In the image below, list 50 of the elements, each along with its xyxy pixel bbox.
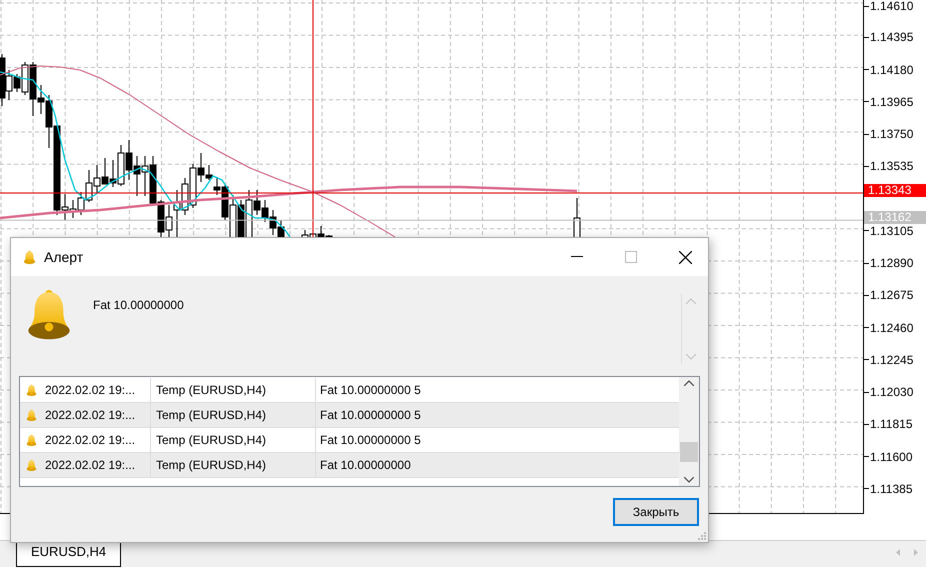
close-dialog-button[interactable]: Закрыть — [613, 498, 699, 526]
alert-message: Fat 10.00000000 — [92, 297, 185, 314]
close-icon — [678, 250, 692, 264]
table-cell: Fat 10.00000000 5 — [320, 433, 421, 447]
price-label: 1.14180 — [870, 64, 914, 76]
chevron-up-icon[interactable] — [684, 380, 694, 386]
scrollbar[interactable] — [679, 377, 699, 486]
chart-tab[interactable]: EURUSD,H4 — [16, 541, 122, 567]
table-cell: Fat 10.00000000 — [320, 458, 411, 472]
scroll-left-icon[interactable] — [896, 549, 900, 556]
price-label: 1.11385 — [870, 482, 912, 495]
table-cell: Fat 10.00000000 5 — [320, 408, 421, 422]
scroll-right-icon[interactable] — [914, 549, 918, 556]
price-label: 1.13105 — [870, 224, 914, 237]
table-cell: Fat 10.00000000 5 — [320, 383, 421, 397]
price-label: 1.14610 — [870, 0, 914, 12]
bell-icon — [26, 458, 37, 472]
bell-icon — [26, 408, 37, 422]
table-cell: 2022.02.02 19:... — [45, 458, 136, 472]
table-cell: Temp (EURUSD,H4) — [156, 458, 266, 472]
price-marker: 1.13343 — [864, 184, 926, 198]
maximize-icon — [625, 251, 637, 263]
price-label: 1.13750 — [870, 128, 914, 140]
bell-icon — [26, 434, 37, 446]
table-cell: Temp (EURUSD,H4) — [156, 433, 266, 447]
price-label: 1.12675 — [870, 289, 914, 302]
table-cell: Temp (EURUSD,H4) — [156, 408, 266, 422]
chevron-down-icon[interactable] — [684, 477, 694, 483]
minimize-icon — [571, 256, 583, 258]
window-title: Алерт — [44, 249, 84, 265]
price-label: 1.12460 — [870, 322, 914, 334]
alert-row[interactable]: 2022.02.02 19:... Temp (EURUSD,H4) Fat 10.00000000 — [20, 453, 679, 478]
table-cell: 2022.02.02 19:... — [45, 408, 136, 422]
table-cell: Temp (EURUSD,H4) — [156, 383, 266, 397]
price-label: 1.11815 — [870, 418, 912, 430]
bell-icon — [23, 250, 36, 264]
price-label: 1.14395 — [870, 31, 914, 44]
alert-row[interactable]: 2022.02.02 19:... Temp (EURUSD,H4) Fat 10.00000000 5 — [20, 403, 679, 428]
resize-grip-icon[interactable] — [698, 532, 706, 540]
bell-icon — [26, 384, 37, 396]
table-cell: 2022.02.02 19:... — [45, 383, 136, 397]
scrollbar-thumb[interactable] — [680, 442, 698, 462]
price-label: 1.13535 — [870, 160, 914, 172]
price-marker: 1.13162 — [864, 211, 926, 224]
price-label: 1.13965 — [870, 96, 914, 108]
table-cell: 2022.02.02 19:... — [45, 433, 136, 447]
price-label: 1.12030 — [870, 386, 914, 398]
price-label: 1.12245 — [870, 354, 914, 366]
price-label: 1.12890 — [870, 257, 914, 269]
price-label: 1.11600 — [870, 450, 912, 462]
